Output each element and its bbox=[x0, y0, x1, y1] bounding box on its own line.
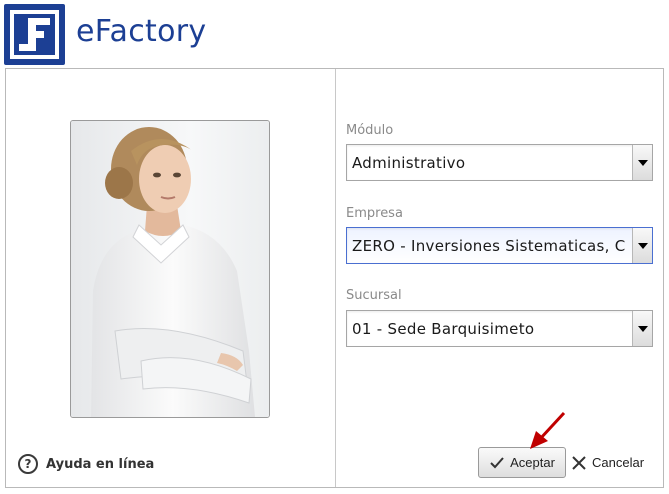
online-help-link[interactable]: ? Ayuda en línea bbox=[18, 453, 154, 475]
chevron-down-icon bbox=[638, 243, 648, 249]
sucursal-value: 01 - Sede Barquisimeto bbox=[352, 320, 535, 338]
empresa-dropdown-button[interactable] bbox=[632, 228, 652, 263]
app-title: eFactory bbox=[76, 14, 207, 49]
panel-divider bbox=[335, 69, 336, 487]
modulo-dropdown-button[interactable] bbox=[632, 145, 652, 180]
online-help-label: Ayuda en línea bbox=[46, 456, 155, 472]
modulo-label: Módulo bbox=[346, 123, 394, 138]
logo-icon bbox=[10, 10, 59, 59]
checkmark-icon bbox=[490, 456, 504, 468]
empresa-label: Empresa bbox=[346, 206, 403, 221]
efactory-logo bbox=[4, 4, 65, 65]
cancel-label: Cancelar bbox=[592, 455, 645, 470]
sucursal-select[interactable]: 01 - Sede Barquisimeto bbox=[346, 310, 653, 347]
sucursal-label: Sucursal bbox=[346, 288, 402, 303]
annotation-arrow-icon bbox=[530, 411, 566, 449]
chevron-down-icon bbox=[638, 326, 648, 332]
close-icon bbox=[572, 455, 586, 470]
accept-label: Aceptar bbox=[510, 455, 555, 470]
empresa-value: ZERO - Inversiones Sistematicas, C bbox=[352, 237, 626, 255]
empresa-select[interactable]: ZERO - Inversiones Sistematicas, C bbox=[346, 227, 653, 264]
help-icon: ? bbox=[18, 454, 38, 474]
header: eFactory bbox=[0, 0, 669, 68]
user-photo bbox=[70, 120, 270, 418]
cancel-button[interactable]: Cancelar bbox=[571, 447, 653, 478]
modulo-select[interactable]: Administrativo bbox=[346, 144, 653, 181]
login-dialog: ? Ayuda en línea Módulo Administrativo E… bbox=[5, 68, 664, 488]
chevron-down-icon bbox=[638, 160, 648, 166]
modulo-value: Administrativo bbox=[352, 154, 466, 172]
sucursal-dropdown-button[interactable] bbox=[632, 311, 652, 346]
